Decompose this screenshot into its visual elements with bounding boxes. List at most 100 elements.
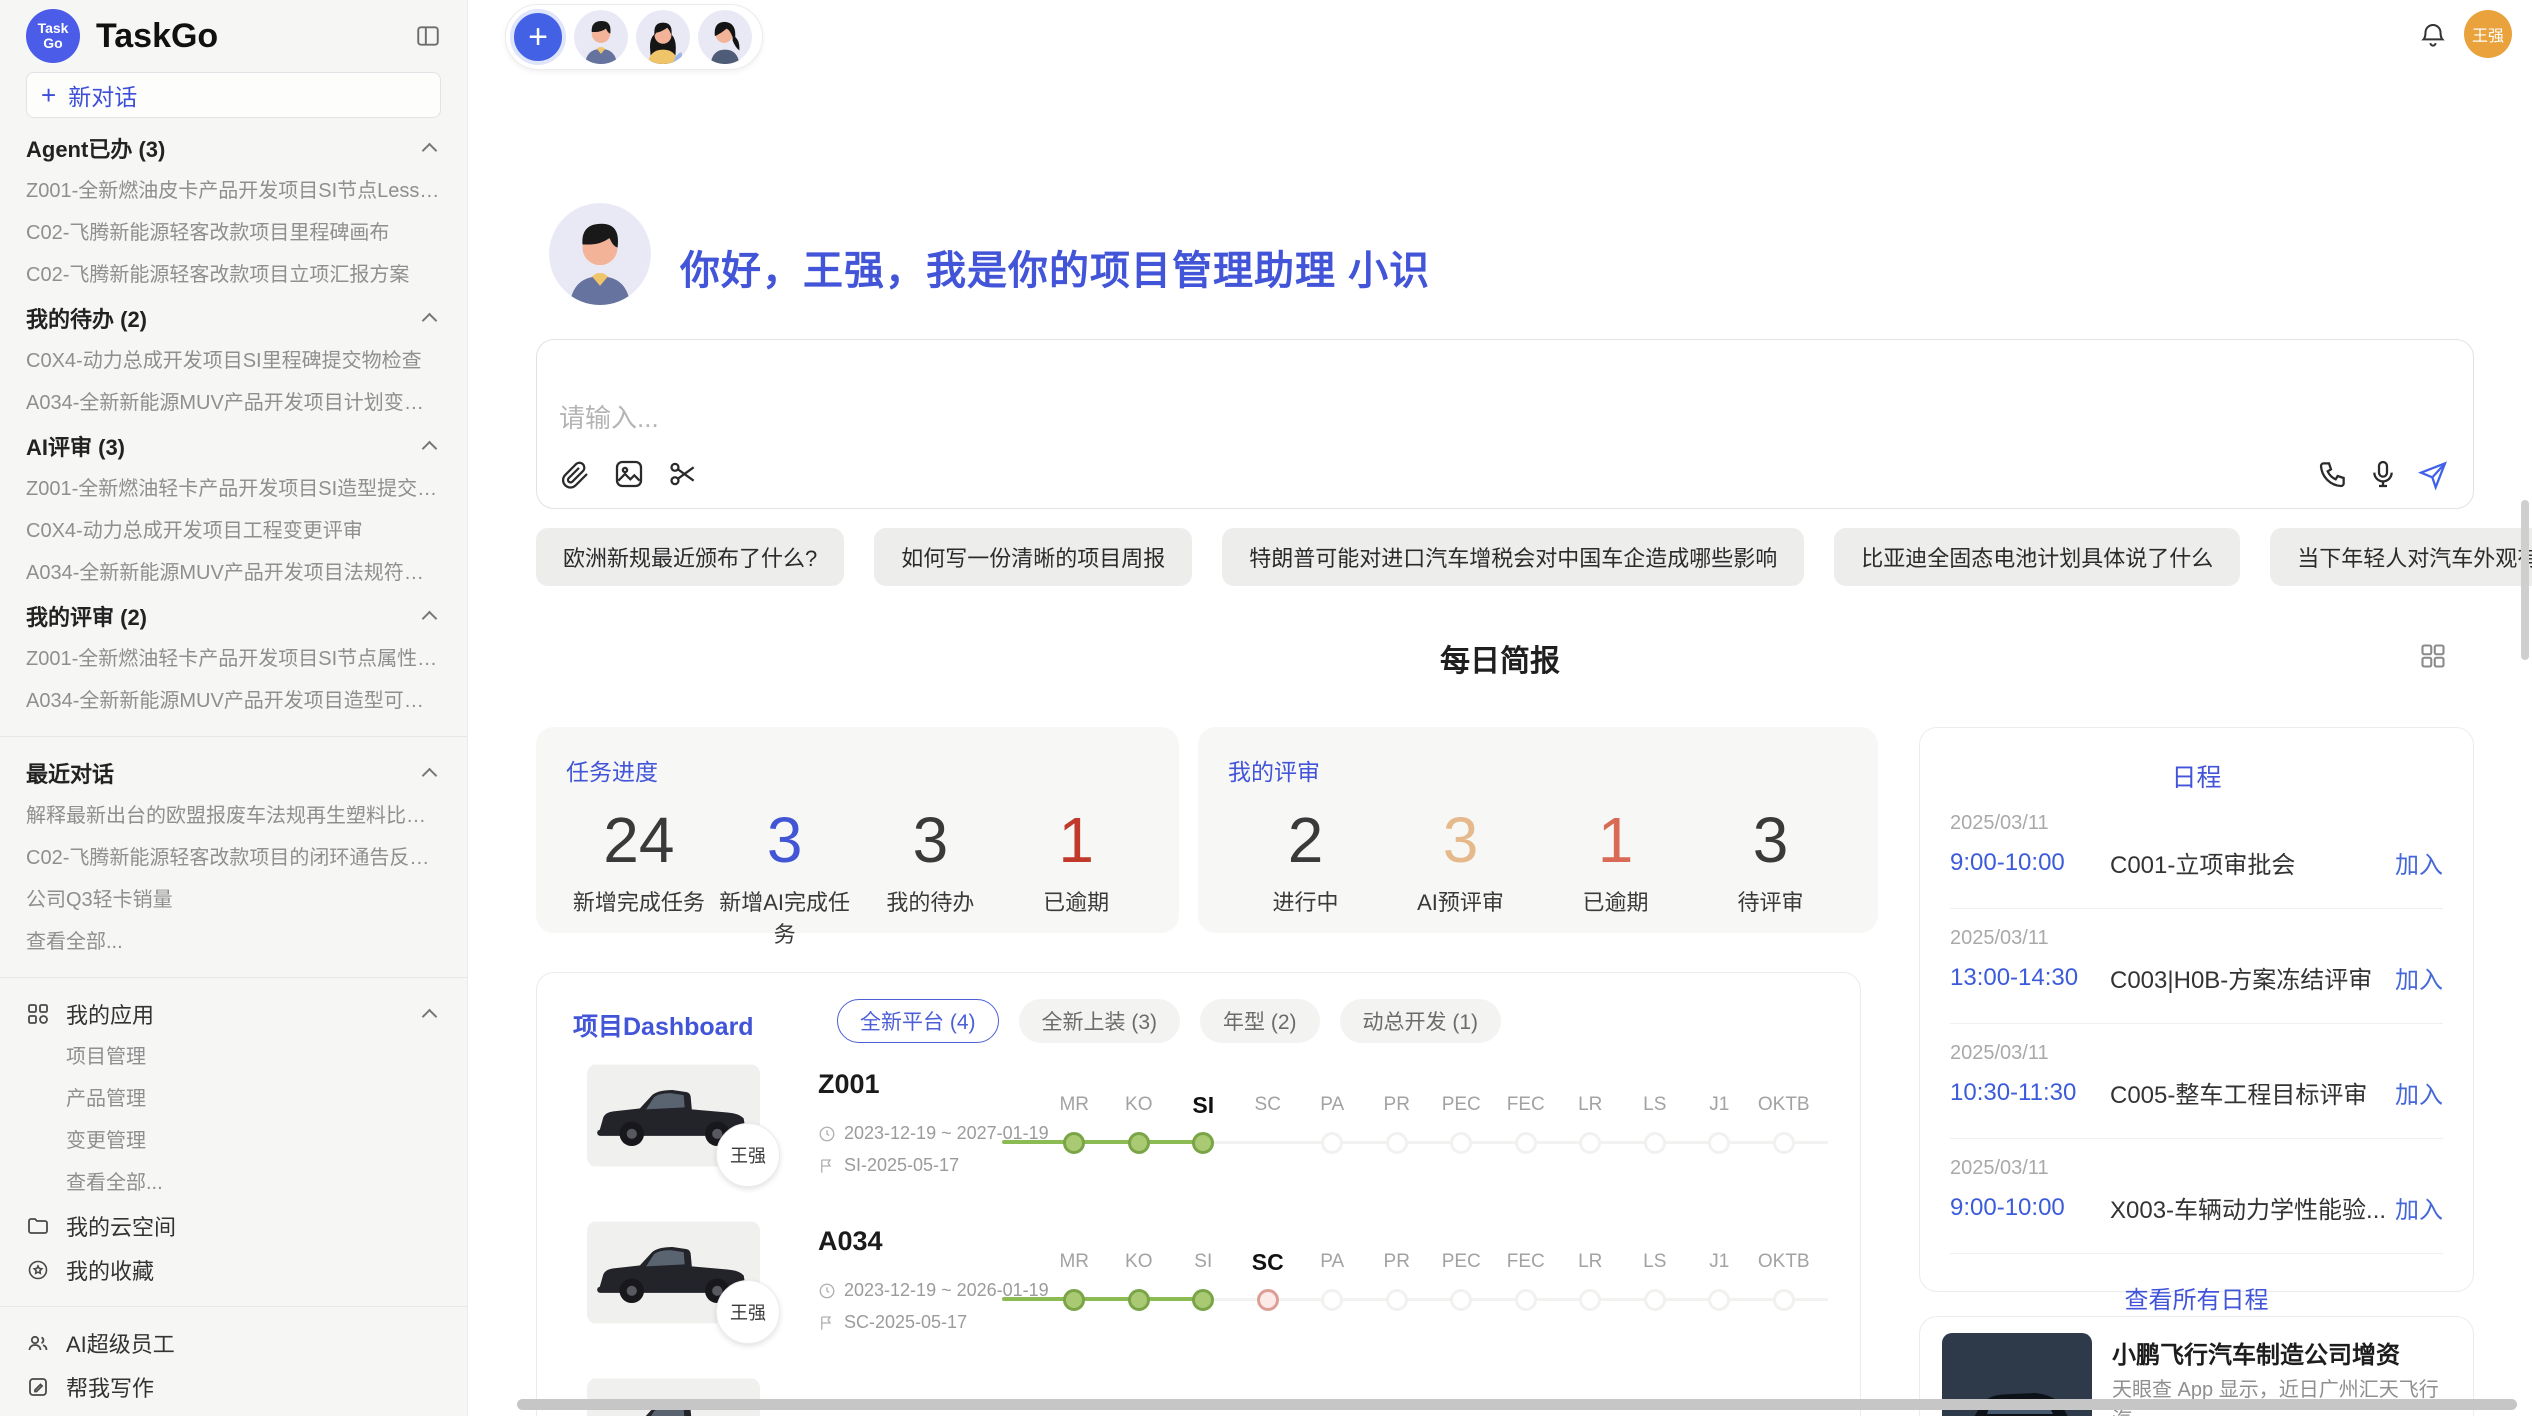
schedule-item: 2025/03/11 9:00-10:00X003-车辆动力学性能验...加入 (1950, 1139, 2443, 1254)
milestone-label: PA (1320, 1090, 1344, 1120)
suggestion-chip[interactable]: 当下年轻人对汽车外观有怎样的喜好趋势 (2270, 528, 2532, 586)
sidebar-item-cloud-space[interactable]: 我的云空间 (26, 1204, 441, 1248)
list-item[interactable]: Z001-全新燃油轻卡产品开发项目SI造型提交物评审 (26, 468, 441, 510)
join-button[interactable]: 加入 (2395, 1190, 2443, 1225)
phone-icon[interactable] (2317, 458, 2349, 490)
dashboard-title: 项目Dashboard (573, 1007, 754, 1043)
view-all-link[interactable]: 查看全部... (26, 1162, 441, 1204)
greeting-text: 你好，王强，我是你的项目管理助理 小识 (680, 238, 1430, 296)
message-composer[interactable]: 请输入... (536, 339, 2474, 509)
milestone-dot (1773, 1289, 1795, 1311)
list-item[interactable]: Z001-全新燃油皮卡产品开发项目SI节点Lesson Learn报告 (26, 170, 441, 212)
send-icon[interactable] (2417, 458, 2449, 490)
list-item[interactable]: C02-飞腾新能源轻客改款项目立项汇报方案 (26, 254, 441, 296)
owner-badge: 王强 (716, 1123, 780, 1187)
sidebar-item-label: AI超级员工 (66, 1327, 175, 1359)
milestone-label: SC (1255, 1090, 1281, 1120)
new-chat-button[interactable]: + 新对话 (26, 72, 441, 118)
user-avatar[interactable]: 王强 (2464, 10, 2512, 58)
sidebar-item-my-apps[interactable]: 我的应用 (26, 992, 441, 1036)
image-icon[interactable] (613, 458, 645, 490)
sidebar-item-product-mgmt[interactable]: 产品管理 (26, 1078, 441, 1120)
section-ai-review[interactable]: AI评审 (3) (26, 424, 441, 468)
suggestion-chip[interactable]: 欧洲新规最近颁布了什么? (536, 528, 844, 586)
join-button[interactable]: 加入 (2395, 845, 2443, 880)
list-item[interactable]: C0X4-动力总成开发项目工程变更评审 (26, 510, 441, 552)
sidebar-item-label: 我的云空间 (66, 1210, 176, 1242)
list-item[interactable]: 解释最新出台的欧盟报废车法规再生塑料比例被调至15%... (26, 795, 441, 837)
view-all-link[interactable]: 查看全部... (26, 921, 441, 963)
scissors-icon[interactable] (667, 458, 699, 490)
vertical-scrollbar[interactable] (2521, 500, 2529, 660)
sidebar-item-change-mgmt[interactable]: 变更管理 (26, 1120, 441, 1162)
suggestion-chip[interactable]: 比亚迪全固态电池计划具体说了什么 (1834, 528, 2240, 586)
sidebar-item-favorites[interactable]: 我的收藏 (26, 1248, 441, 1292)
sidebar-item-label: 我的应用 (66, 998, 154, 1030)
stat: 3新增AI完成任务 (712, 803, 858, 949)
join-button[interactable]: 加入 (2395, 1075, 2443, 1110)
stat: 1已逾期 (1003, 803, 1149, 949)
section-recent-chats[interactable]: 最近对话 (26, 751, 441, 795)
filter-chip[interactable]: 全新平台 (4) (837, 999, 999, 1043)
milestone-dot (1515, 1289, 1537, 1311)
list-item[interactable]: C02-飞腾新能源轻客改款项目的闭环通告反馈情况 (26, 837, 441, 879)
layout-grid-icon[interactable] (2419, 642, 2447, 670)
milestone-line-done (1002, 1140, 1203, 1144)
sidebar-item-ai-super-staff[interactable]: AI超级员工 (26, 1321, 441, 1365)
sidebar-collapse-icon[interactable] (415, 23, 441, 49)
stat-label: 待评审 (1693, 885, 1848, 917)
milestone-line-done (1002, 1297, 1203, 1301)
project-code[interactable]: A034 (818, 1226, 883, 1257)
owner-badge: 王强 (716, 1280, 780, 1344)
milestone-dot (1773, 1132, 1795, 1154)
add-agent-button[interactable]: + (510, 9, 566, 65)
attachment-icon[interactable] (559, 458, 591, 490)
suggestion-chip[interactable]: 如何写一份清晰的项目周报 (874, 528, 1192, 586)
project-dashboard-card: 项目Dashboard 全新平台 (4) 全新上装 (3) 年型 (2) 动总开… (536, 972, 1861, 1416)
list-item[interactable]: A034-全新新能源MUV产品开发项目造型可行性评审 (26, 680, 441, 722)
notification-bell-icon[interactable] (2418, 20, 2448, 50)
microphone-icon[interactable] (2367, 458, 2399, 490)
milestone-dot (1515, 1132, 1537, 1154)
project-code[interactable]: Z001 (818, 1069, 880, 1100)
agent-avatar-2[interactable] (636, 10, 690, 64)
milestone-dot (1450, 1132, 1472, 1154)
stat: 1已逾期 (1538, 803, 1693, 917)
section-my-todo[interactable]: 我的待办 (2) (26, 296, 441, 340)
milestone-dot (1579, 1132, 1601, 1154)
list-item[interactable]: A034-全新新能源MUV产品开发项目计划变更表编写 (26, 382, 441, 424)
filter-chip[interactable]: 全新上装 (3) (1019, 999, 1181, 1043)
milestone-label-current: SI (1192, 1090, 1214, 1120)
milestone-label-current: SC (1252, 1247, 1284, 1277)
section-agent-done[interactable]: Agent已办 (3) (26, 126, 441, 170)
milestone-label: PEC (1442, 1090, 1481, 1120)
chevron-up-icon (422, 440, 438, 456)
agent-avatar-1[interactable] (574, 10, 628, 64)
stat-value: 3 (1383, 803, 1538, 877)
sidebar-item-creative-draw[interactable]: 创意制图 (26, 1409, 441, 1416)
join-button[interactable]: 加入 (2395, 960, 2443, 995)
sidebar-item-project-mgmt[interactable]: 项目管理 (26, 1036, 441, 1078)
milestone-label: MR (1059, 1247, 1089, 1277)
list-item[interactable]: Z001-全新燃油轻卡产品开发项目SI节点属性5D文件评审 (26, 638, 441, 680)
list-item[interactable]: 公司Q3轻卡销量 (26, 879, 441, 921)
my-review-card: 我的评审 2进行中 3AI预评审 1已逾期 3待评审 (1198, 727, 1878, 933)
assistant-avatar (549, 203, 651, 305)
filter-chip[interactable]: 动总开发 (1) (1340, 999, 1502, 1043)
schedule-date: 2025/03/11 (1950, 812, 2443, 835)
list-item[interactable]: C02-飞腾新能源轻客改款项目里程碑画布 (26, 212, 441, 254)
list-item[interactable]: C0X4-动力总成开发项目SI里程碑提交物检查 (26, 340, 441, 382)
view-all-schedule-link[interactable]: 查看所有日程 (1950, 1280, 2443, 1315)
milestone-dot (1063, 1132, 1085, 1154)
sidebar-item-help-write[interactable]: 帮我写作 (26, 1365, 441, 1409)
stat-label: 新增完成任务 (566, 885, 712, 917)
schedule-item: 2025/03/11 10:30-11:30C005-整车工程目标评审加入 (1950, 1024, 2443, 1139)
suggestion-chip[interactable]: 特朗普可能对进口汽车增税会对中国车企造成哪些影响 (1222, 528, 1804, 586)
chevron-up-icon (422, 610, 438, 626)
section-my-review[interactable]: 我的评审 (2) (26, 594, 441, 638)
horizontal-scrollbar[interactable] (517, 1399, 2517, 1410)
agent-avatar-3[interactable] (698, 10, 752, 64)
filter-chip[interactable]: 年型 (2) (1200, 999, 1320, 1043)
milestone-label: LR (1578, 1247, 1602, 1277)
list-item[interactable]: A034-全新新能源MUV产品开发项目法规符合性评审 (26, 552, 441, 594)
